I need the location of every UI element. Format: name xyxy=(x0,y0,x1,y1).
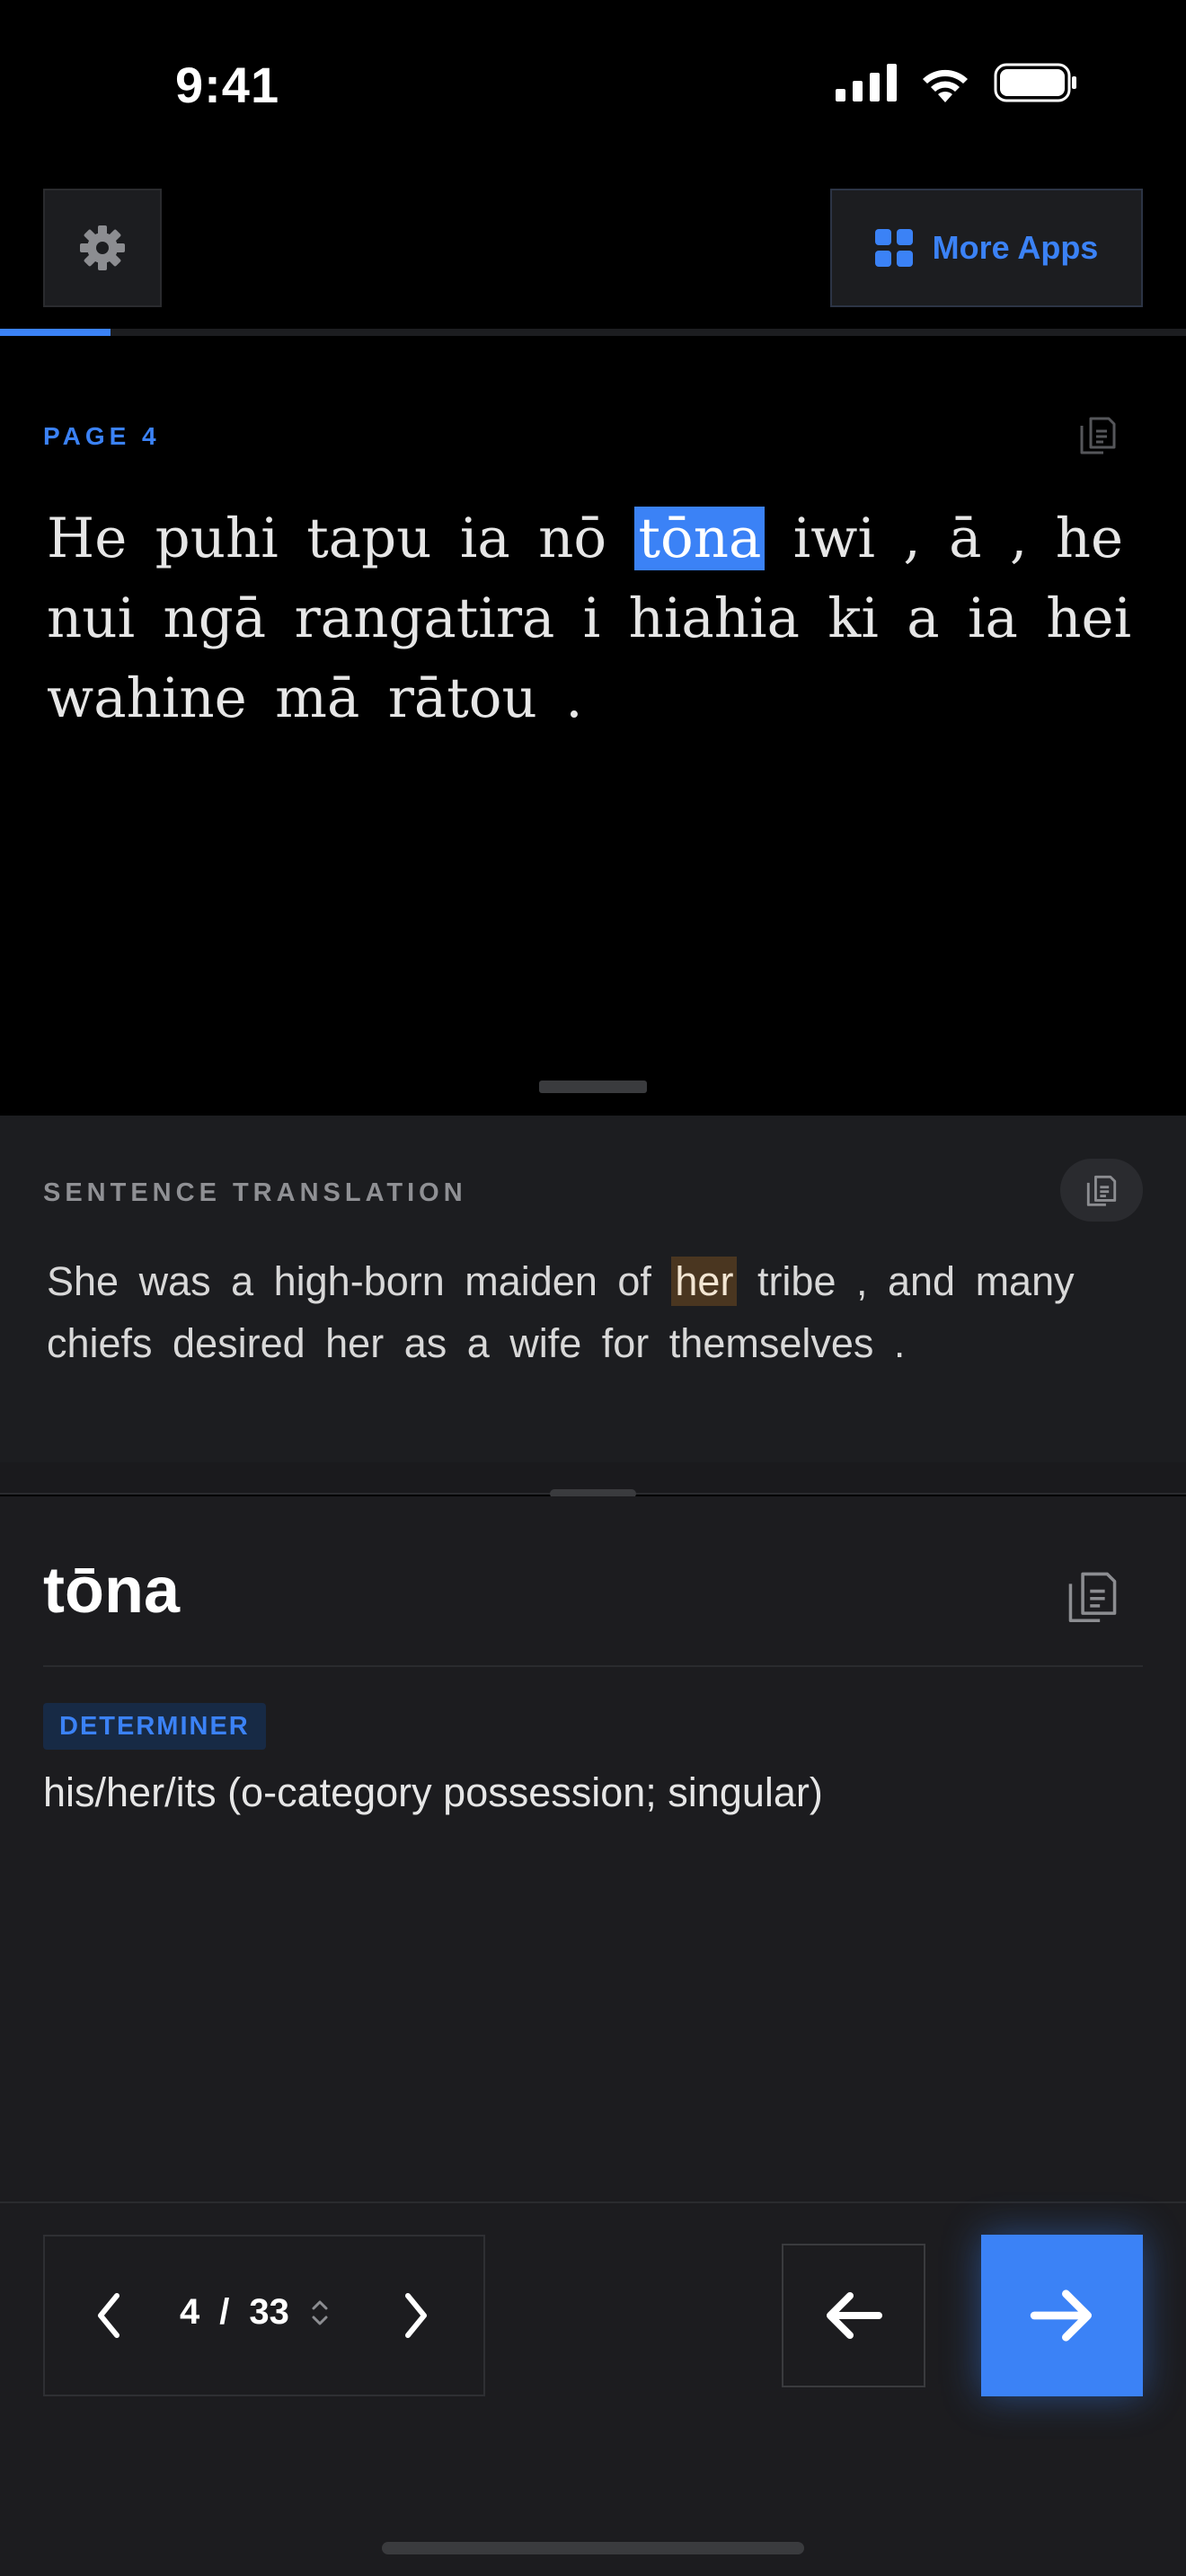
page-selector: 4 / 33 xyxy=(43,2235,485,2396)
copy-icon xyxy=(1080,417,1116,454)
definition-text: his/her/its (o-category possession; sing… xyxy=(43,1769,823,1815)
part-of-speech-badge: DETERMINER xyxy=(43,1703,266,1750)
reading-progress-bar xyxy=(0,329,1186,336)
updown-icon xyxy=(312,2300,328,2325)
signal-icon xyxy=(836,64,897,101)
page-picker[interactable]: 4 / 33 xyxy=(180,2292,331,2333)
gear-icon xyxy=(80,225,125,270)
page-separator: / xyxy=(219,2292,230,2332)
translation-highlighted-word: her xyxy=(671,1257,738,1306)
copy-icon xyxy=(1068,1572,1117,1623)
copy-word-button[interactable] xyxy=(1066,1566,1120,1630)
status-time: 9:41 xyxy=(175,57,280,113)
chevron-left-icon xyxy=(98,2293,119,2338)
arrow-left-icon xyxy=(827,2292,882,2339)
reading-progress-fill xyxy=(0,329,111,336)
dictionary-divider xyxy=(43,1665,1143,1667)
settings-button[interactable] xyxy=(43,189,162,307)
translation-heading: SENTENCE TRANSLATION xyxy=(43,1178,467,1207)
wifi-icon xyxy=(923,69,968,102)
source-text-before: He puhi tapu ia nō xyxy=(47,507,635,570)
translation-text-before: She was a high-born maiden of xyxy=(47,1258,672,1304)
copy-translation-button[interactable] xyxy=(1060,1159,1143,1222)
chevron-right-icon xyxy=(405,2293,427,2338)
selected-word[interactable]: tōna xyxy=(634,507,766,570)
home-indicator xyxy=(382,2542,804,2554)
status-bar: 9:41 xyxy=(0,0,1186,171)
panel-drag-handle[interactable] xyxy=(539,1081,647,1093)
copy-page-button[interactable] xyxy=(1078,413,1118,461)
previous-page-button[interactable] xyxy=(88,2283,128,2352)
more-apps-label: More Apps xyxy=(932,229,1099,266)
translation-text: She was a high-born maiden of her tribe … xyxy=(47,1250,1152,1374)
next-word-button[interactable] xyxy=(981,2235,1143,2396)
arrow-right-icon xyxy=(1030,2289,1093,2342)
previous-word-button[interactable] xyxy=(782,2244,925,2387)
battery-icon xyxy=(994,63,1076,102)
total-pages: 33 xyxy=(249,2292,289,2332)
translation-panel: SENTENCE TRANSLATION She was a high-born… xyxy=(0,1116,1186,1462)
dictionary-panel: tōna DETERMINER his/her/its (o-category … xyxy=(0,1496,1186,2576)
dictionary-word: tōna xyxy=(43,1555,180,1627)
more-apps-button[interactable]: More Apps xyxy=(830,189,1143,307)
next-page-button[interactable] xyxy=(397,2283,437,2352)
grid-icon xyxy=(874,229,913,267)
status-icons xyxy=(836,63,1078,102)
bottom-bar-divider xyxy=(0,2201,1186,2203)
source-sentence: He puhi tapu ia nō tōna iwi , ā , he nui… xyxy=(47,498,1152,738)
current-page: 4 xyxy=(180,2292,200,2332)
page-label: PAGE 4 xyxy=(43,422,161,450)
copy-icon xyxy=(1086,1175,1117,1206)
